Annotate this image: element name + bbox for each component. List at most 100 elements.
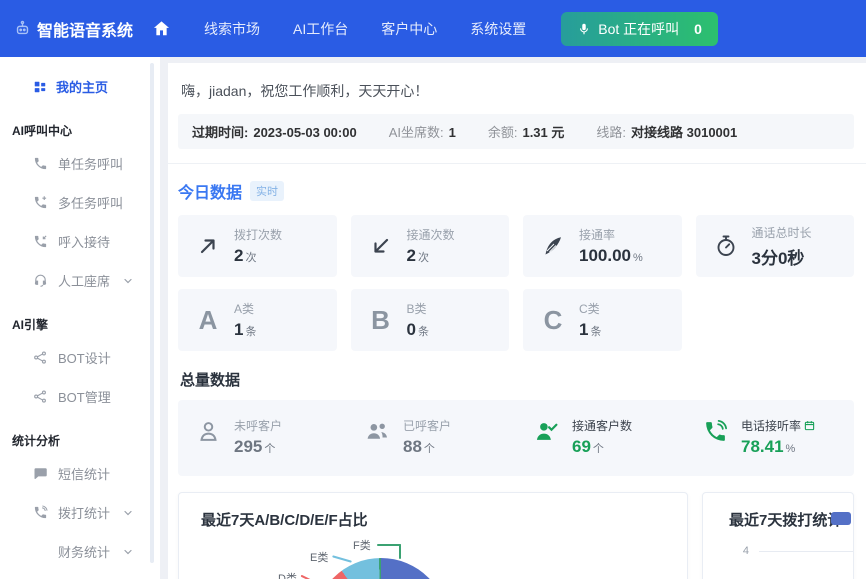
pie-chart-card: 最近7天A/B/C/D/E/F占比 F类 E类 D类 A类 A类 <box>178 492 688 579</box>
stat-answer-rate: 电话接听率 78.41% <box>685 417 854 457</box>
sidebar-item-label: 拨打统计 <box>58 503 110 522</box>
nav-item-system-settings[interactable]: 系统设置 <box>470 19 526 39</box>
app-logo: 智能语音系统 <box>14 17 146 41</box>
sidebar-scrollbar[interactable] <box>150 63 154 563</box>
sidebar-item-label: 财务统计 <box>58 542 110 561</box>
phone-plus-icon <box>33 195 48 210</box>
stat-card-connect-rate: 接通率 100.00% <box>523 215 682 277</box>
stat-value: 88 <box>403 437 422 456</box>
stat-label: 接通次数 <box>407 226 455 243</box>
people-icon <box>365 419 390 444</box>
sidebar-item-multi-task-call[interactable]: 多任务呼叫 <box>0 183 160 222</box>
workflow-icon <box>33 350 48 365</box>
stat-label: 接通率 <box>579 226 643 243</box>
stat-unit: % <box>633 252 643 264</box>
pie-callout-e: E类 <box>310 549 328 565</box>
home-icon[interactable] <box>152 19 171 38</box>
stat-value: 78.41 <box>741 437 784 456</box>
bar-chart-card: 最近7天拨打统计 4 3 <box>702 492 854 579</box>
grade-b-letter: B <box>369 305 393 336</box>
calendar-icon <box>804 420 815 431</box>
total-data-card: 未呼客户 295个 已呼客户 88个 接通客户数 69个 电话接听率 78.41… <box>178 400 854 476</box>
sidebar-section-ai-call-center: AI呼叫中心 <box>0 106 160 144</box>
stat-unit: 条 <box>590 326 601 338</box>
feather-icon <box>541 234 565 258</box>
chevron-down-icon <box>122 507 134 519</box>
sidebar-item-bot-design[interactable]: BOT设计 <box>0 338 160 377</box>
stat-unit: 个 <box>424 443 435 455</box>
workflow-icon <box>33 389 48 404</box>
sidebar-item-label: BOT管理 <box>58 387 111 406</box>
stat-connected-customers: 接通客户数 69个 <box>516 417 685 457</box>
sidebar-item-home[interactable]: 我的主页 <box>0 67 160 106</box>
bot-calling-button[interactable]: Bot 正在呼叫 0 <box>561 12 718 46</box>
pie-chart <box>314 558 448 579</box>
sidebar-item-inbound-reception[interactable]: 呼入接待 <box>0 222 160 261</box>
pie-callout-f: F类 <box>353 537 371 553</box>
greeting-text: 嗨，jiadan，祝您工作顺利，天天开心！ <box>181 81 854 101</box>
bar-legend-swatch[interactable] <box>831 512 851 525</box>
stat-value: 2 <box>234 246 243 265</box>
sidebar-item-finance-stats[interactable]: 财务统计 <box>0 532 160 571</box>
stat-label: 已呼客户 <box>403 417 451 434</box>
balance-value: 1.31 元 <box>522 125 564 140</box>
nav-item-customer-center[interactable]: 客户中心 <box>381 19 437 39</box>
sidebar-item-label: 呼入接待 <box>58 232 110 251</box>
stat-value: 295 <box>234 437 262 456</box>
stat-value: 100.00 <box>579 246 631 265</box>
sidebar-item-bot-manage[interactable]: BOT管理 <box>0 377 160 416</box>
robot-logo-icon <box>14 20 31 37</box>
phone-incoming-icon <box>33 234 48 249</box>
stat-value: 0 <box>407 320 416 339</box>
stat-unit: % <box>786 443 796 455</box>
grade-a-letter: A <box>196 305 220 336</box>
sidebar-item-label: 人工座席 <box>58 271 110 290</box>
phone-icon <box>33 156 48 171</box>
sidebar-item-label: 短信统计 <box>58 464 110 483</box>
stat-label: 通话总时长 <box>752 224 812 241</box>
stat-value: 2 <box>407 246 416 265</box>
stat-value: 1 <box>234 320 243 339</box>
sidebar-item-label: 单任务呼叫 <box>58 154 123 173</box>
stat-card-total-duration: 通话总时长 3分0秒 <box>696 215 855 277</box>
stat-value: 3分0秒 <box>752 249 805 268</box>
pie-callout-line <box>332 555 352 562</box>
stat-label: 接通客户数 <box>572 417 632 434</box>
sidebar-item-single-task-call[interactable]: 单任务呼叫 <box>0 144 160 183</box>
phone-wave-icon <box>703 419 728 444</box>
pie-callout-d: D类 <box>278 570 297 579</box>
pie-callout-line <box>301 575 320 579</box>
realtime-badge: 实时 <box>250 181 284 201</box>
stat-unit: 个 <box>264 443 275 455</box>
stat-unit: 条 <box>245 326 256 338</box>
expire-time-value: 2023-05-03 00:00 <box>253 125 356 140</box>
ai-seats-value: 1 <box>449 125 456 140</box>
microphone-icon <box>577 22 591 36</box>
y-tick-4: 4 <box>731 545 749 557</box>
sidebar-item-human-agent[interactable]: 人工座席 <box>0 261 160 300</box>
stat-label: 未呼客户 <box>234 417 282 434</box>
line-value: 对接线路 3010001 <box>631 125 737 140</box>
stat-uncalled-customers: 未呼客户 295个 <box>178 417 347 457</box>
sidebar-item-label: BOT设计 <box>58 348 111 367</box>
sidebar-home-label: 我的主页 <box>56 77 108 96</box>
arrow-up-right-icon <box>196 234 220 258</box>
stat-label: C类 <box>579 300 601 317</box>
line-label: 线路: <box>596 125 626 140</box>
grade-c-letter: C <box>541 305 565 336</box>
nav-item-ai-workbench[interactable]: AI工作台 <box>293 19 348 39</box>
sidebar-item-call-stats[interactable]: 拨打统计 <box>0 493 160 532</box>
stat-card-grade-a: A A类 1条 <box>178 289 337 351</box>
app-title: 智能语音系统 <box>37 17 133 41</box>
chevron-down-icon <box>122 546 134 558</box>
person-outline-icon <box>196 419 221 444</box>
stat-called-customers: 已呼客户 88个 <box>347 417 516 457</box>
main-content: 嗨，jiadan，祝您工作顺利，天天开心！ 过期时间:2023-05-03 00… <box>168 63 866 579</box>
stat-value: 69 <box>572 437 591 456</box>
nav-item-leads[interactable]: 线索市场 <box>204 19 260 39</box>
stat-label: 拨打次数 <box>234 226 282 243</box>
stat-unit: 次 <box>418 252 429 264</box>
sidebar-item-sms-stats[interactable]: 短信统计 <box>0 454 160 493</box>
stat-label: B类 <box>407 300 429 317</box>
stat-card-grade-b: B B类 0条 <box>351 289 510 351</box>
